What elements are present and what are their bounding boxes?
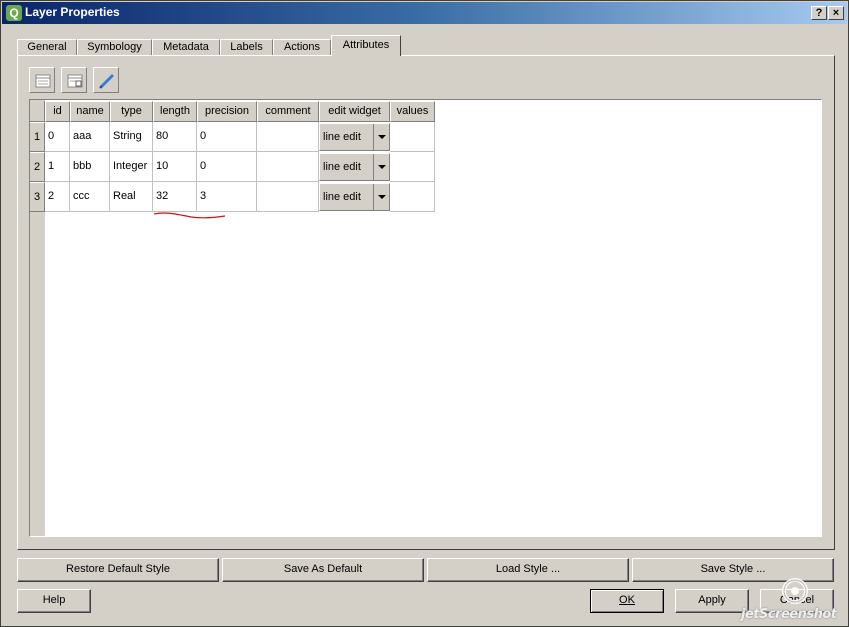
delete-column-icon (67, 74, 83, 88)
table-corner (30, 101, 45, 122)
tab-symbology[interactable]: Symbology (77, 39, 152, 56)
tab-metadata[interactable]: Metadata (152, 39, 220, 56)
qgis-app-icon: Q (6, 5, 22, 21)
save-as-default-button[interactable]: Save As Default (222, 558, 424, 582)
cell-precision[interactable]: 0 (197, 152, 257, 182)
cancel-button[interactable]: Cancel (760, 589, 834, 613)
cell-length[interactable]: 80 (153, 122, 197, 152)
context-help-button[interactable]: ? (811, 6, 827, 20)
chevron-down-icon[interactable] (373, 154, 389, 180)
cell-values[interactable] (390, 122, 435, 152)
column-header-type[interactable]: type (110, 101, 153, 122)
new-column-button[interactable] (29, 67, 55, 93)
tab-actions[interactable]: Actions (273, 39, 331, 56)
window-title: Layer Properties (25, 5, 120, 19)
column-header-name[interactable]: name (70, 101, 110, 122)
column-header-values[interactable]: values (390, 101, 435, 122)
cell-id[interactable]: 0 (45, 122, 70, 152)
chevron-down-icon[interactable] (373, 184, 389, 210)
ok-button[interactable]: OK (590, 589, 664, 613)
cell-length[interactable]: 32 (153, 182, 197, 212)
column-header-id[interactable]: id (45, 101, 70, 122)
cell-comment[interactable] (257, 152, 319, 182)
column-header-edit-widget[interactable]: edit widget (319, 101, 390, 122)
edit-widget-value: line edit (323, 191, 361, 203)
edit-widget-select[interactable]: line edit (319, 183, 390, 211)
new-column-icon (35, 74, 51, 88)
column-header-comment[interactable]: comment (257, 101, 319, 122)
save-style-button[interactable]: Save Style ... (632, 558, 834, 582)
chevron-down-icon[interactable] (373, 124, 389, 150)
cell-precision[interactable]: 0 (197, 122, 257, 152)
cell-values[interactable] (390, 152, 435, 182)
toggle-editing-button[interactable] (93, 67, 119, 93)
toggle-editing-icon (99, 74, 114, 89)
cell-name[interactable]: bbb (70, 152, 110, 182)
cell-type[interactable]: String (110, 122, 153, 152)
tab-general[interactable]: General (17, 39, 77, 56)
tab-labels[interactable]: Labels (220, 39, 273, 56)
edit-widget-select[interactable]: line edit (319, 123, 390, 151)
ok-label: OK (619, 594, 635, 606)
cell-type[interactable]: Integer (110, 152, 153, 182)
cell-id[interactable]: 2 (45, 182, 70, 212)
cell-id[interactable]: 1 (45, 152, 70, 182)
cell-name[interactable]: ccc (70, 182, 110, 212)
edit-widget-value: line edit (323, 161, 361, 173)
apply-button[interactable]: Apply (675, 589, 749, 613)
layer-properties-dialog: Q Layer Properties ? × General Symbology… (0, 0, 849, 627)
tab-attributes[interactable]: Attributes (331, 35, 401, 56)
edit-widget-value: line edit (323, 131, 361, 143)
cell-type[interactable]: Real (110, 182, 153, 212)
cell-name[interactable]: aaa (70, 122, 110, 152)
delete-column-button[interactable] (61, 67, 87, 93)
restore-default-style-button[interactable]: Restore Default Style (17, 558, 219, 582)
close-window-button[interactable]: × (828, 6, 844, 20)
row-header-3[interactable]: 3 (30, 182, 45, 212)
edit-widget-select[interactable]: line edit (319, 153, 390, 181)
cell-precision[interactable]: 3 (197, 182, 257, 212)
cell-values[interactable] (390, 182, 435, 212)
row-header-1[interactable]: 1 (30, 122, 45, 152)
load-style-button[interactable]: Load Style ... (427, 558, 629, 582)
row-header-2[interactable]: 2 (30, 152, 45, 182)
column-header-length[interactable]: length (153, 101, 197, 122)
title-bar[interactable]: Q Layer Properties ? × (2, 2, 847, 24)
cell-comment[interactable] (257, 182, 319, 212)
column-header-precision[interactable]: precision (197, 101, 257, 122)
help-button[interactable]: Help (17, 589, 91, 613)
red-annotation-underline (153, 212, 226, 219)
cell-comment[interactable] (257, 122, 319, 152)
cell-length[interactable]: 10 (153, 152, 197, 182)
